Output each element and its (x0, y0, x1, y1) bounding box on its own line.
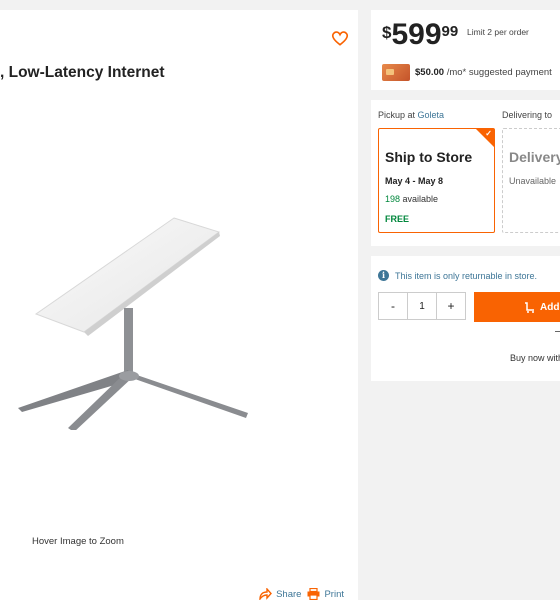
increase-quantity-button[interactable]: + (437, 293, 465, 319)
fulfillment-card: Pickup at Goleta Delivering to ✓ Ship to… (371, 100, 560, 246)
price: $ 599 99 (382, 20, 458, 50)
product-image[interactable] (14, 210, 254, 430)
product-title: , Low-Latency Internet (0, 64, 165, 81)
ship-title: Ship to Store (385, 149, 473, 165)
product-media-panel: , Low-Latency Internet Hover Image to Zo… (0, 10, 358, 600)
print-label: Print (324, 588, 344, 600)
add-to-cart-button[interactable]: Add (474, 292, 560, 322)
price-whole: 599 (391, 18, 442, 51)
price-cents: 99 (441, 23, 459, 40)
add-to-cart-card: i This item is only returnable in store.… (371, 256, 560, 381)
delivery-status: Unavailable (509, 176, 557, 186)
delivery-option[interactable]: Delivery Unavailable (502, 128, 560, 233)
delivery-title: Delivery (509, 149, 560, 165)
payment-amount: $50.00 (415, 67, 445, 78)
add-button-label: Add (540, 301, 560, 313)
payment-suffix: /mo* suggested payment (444, 67, 552, 78)
quantity-stepper: - 1 + (378, 292, 466, 320)
return-notice-text: This item is only returnable in store. (395, 270, 538, 281)
pickup-prefix: Pickup at (378, 110, 418, 120)
price-card: $ 599 99 Limit 2 per order $50.00 /mo* s… (371, 10, 560, 90)
pickup-store-link[interactable]: Goleta (418, 110, 445, 120)
available-suffix: available (400, 194, 439, 204)
ship-to-store-option[interactable]: ✓ Ship to Store May 4 - May 8 198 availa… (378, 128, 495, 233)
divider (555, 331, 560, 332)
print-icon (307, 588, 320, 600)
suggested-payment[interactable]: $50.00 /mo* suggested payment (415, 67, 552, 78)
ship-dates: May 4 - May 8 (385, 176, 444, 186)
hover-zoom-hint: Hover Image to Zoom (32, 536, 124, 547)
return-notice: i This item is only returnable in store. (378, 270, 537, 281)
checkmark-icon: ✓ (485, 129, 492, 138)
quantity-input[interactable]: 1 (407, 293, 437, 319)
pickup-location: Pickup at Goleta (378, 110, 444, 120)
available-count: 198 (385, 194, 401, 204)
decrease-quantity-button[interactable]: - (379, 293, 407, 319)
heart-icon[interactable] (330, 28, 350, 48)
purchase-limit: Limit 2 per order (467, 27, 529, 37)
buy-now-text[interactable]: Buy now with (510, 353, 560, 363)
share-icon (259, 588, 273, 600)
ship-cost: FREE (385, 214, 410, 224)
price-dollar-sign: $ (382, 23, 392, 42)
share-link[interactable]: Share (258, 588, 301, 600)
share-print-row: Share Print (258, 588, 344, 600)
cart-icon (525, 301, 534, 313)
info-icon: i (378, 270, 389, 281)
card-thumbnail (382, 64, 410, 81)
ship-availability: 198 available (385, 194, 438, 204)
print-link[interactable]: Print (307, 588, 344, 600)
delivering-to[interactable]: Delivering to (502, 110, 552, 120)
share-label: Share (276, 588, 302, 600)
